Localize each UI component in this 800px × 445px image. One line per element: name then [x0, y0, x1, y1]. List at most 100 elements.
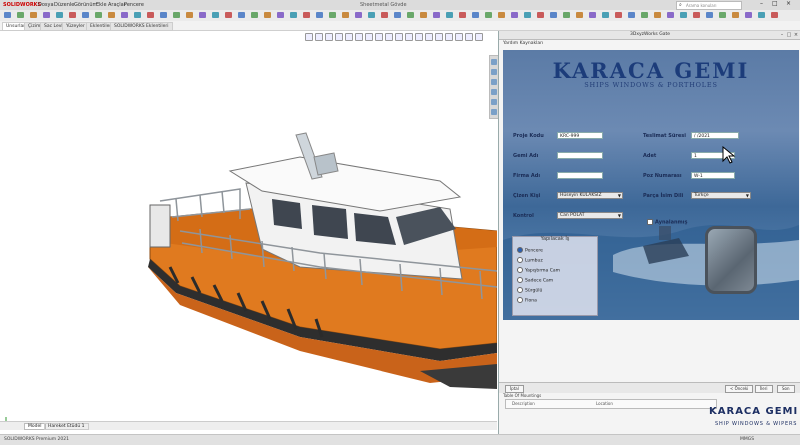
toolbar-command-icon[interactable] [719, 12, 726, 18]
toolbar-command-icon[interactable] [589, 12, 596, 18]
task-pane-home-icon[interactable] [491, 59, 497, 65]
checked-by-select[interactable]: Can POLAT ▼ [557, 212, 623, 219]
toolbar-command-icon[interactable] [30, 12, 37, 18]
tab-solidworks-addins[interactable]: SOLIDWORKS Eklentileri [110, 22, 173, 31]
work-option-bonded-glass[interactable]: Yapıştırma Cam [517, 267, 560, 274]
toolbar-command-icon[interactable] [160, 12, 167, 18]
view-orient-icon[interactable] [425, 33, 433, 41]
graphics-area[interactable] [0, 31, 498, 434]
toolbar-command-icon[interactable] [758, 12, 765, 18]
toolbar-command-icon[interactable] [95, 12, 102, 18]
previous-button[interactable]: < Önceki [725, 385, 754, 393]
toolbar-command-icon[interactable] [121, 12, 128, 18]
task-pane-explorer-icon[interactable] [491, 89, 497, 95]
toolbar-command-icon[interactable] [407, 12, 414, 18]
toolbar-command-icon[interactable] [43, 12, 50, 18]
toolbar-command-icon[interactable] [147, 12, 154, 18]
menu-edit[interactable]: Düzenle [54, 2, 74, 8]
project-code-input[interactable]: KRC-999 [557, 132, 603, 139]
app-logo[interactable]: SOLIDWORKS [3, 2, 41, 8]
maximize-icon[interactable]: □ [786, 33, 792, 38]
toolbar-command-icon[interactable] [251, 12, 258, 18]
close-icon[interactable]: × [786, 0, 791, 7]
toolbar-command-icon[interactable] [459, 12, 466, 18]
view-orient-icon[interactable] [345, 33, 353, 41]
view-orient-icon[interactable] [405, 33, 413, 41]
toolbar-command-icon[interactable] [225, 12, 232, 18]
toolbar-command-icon[interactable] [745, 12, 752, 18]
mirrored-checkbox-box[interactable] [647, 219, 653, 225]
ship-name-input[interactable] [557, 152, 603, 159]
toolbar-command-icon[interactable] [108, 12, 115, 18]
mountings-table[interactable]: Description Location [505, 399, 717, 409]
toolbar-command-icon[interactable] [641, 12, 648, 18]
toolbar-command-icon[interactable] [628, 12, 635, 18]
work-option-porthole[interactable]: Lumbuz [517, 257, 543, 264]
toolbar-command-icon[interactable] [615, 12, 622, 18]
view-orient-icon[interactable] [325, 33, 333, 41]
task-pane-library-icon[interactable] [491, 79, 497, 85]
status-units[interactable]: MMGS [740, 437, 754, 442]
toolbar-command-icon[interactable] [394, 12, 401, 18]
toolbar-command-icon[interactable] [576, 12, 583, 18]
toolbar-command-icon[interactable] [433, 12, 440, 18]
view-orient-icon[interactable] [365, 33, 373, 41]
toolbar-command-icon[interactable] [329, 12, 336, 18]
close-icon[interactable]: × [793, 33, 799, 38]
toolbar-command-icon[interactable] [511, 12, 518, 18]
toolbar-command-icon[interactable] [524, 12, 531, 18]
toolbar-command-icon[interactable] [56, 12, 63, 18]
toolbar-command-icon[interactable] [134, 12, 141, 18]
position-number-input[interactable]: W-1 [691, 172, 735, 179]
toolbar-command-icon[interactable] [316, 12, 323, 18]
toolbar-command-icon[interactable] [238, 12, 245, 18]
toolbar-command-icon[interactable] [537, 12, 544, 18]
toolbar-command-icon[interactable] [563, 12, 570, 18]
toolbar-command-icon[interactable] [264, 12, 271, 18]
toolbar-command-icon[interactable] [277, 12, 284, 18]
view-orient-icon[interactable] [305, 33, 313, 41]
view-orient-icon[interactable] [395, 33, 403, 41]
toolbar-command-icon[interactable] [82, 12, 89, 18]
task-pane-appearance-icon[interactable] [491, 109, 497, 115]
view-orient-icon[interactable] [455, 33, 463, 41]
view-orient-icon[interactable] [465, 33, 473, 41]
toolbar-command-icon[interactable] [355, 12, 362, 18]
menu-window[interactable]: Pencere [124, 2, 144, 8]
company-name-input[interactable] [557, 172, 603, 179]
toolbar-command-icon[interactable] [381, 12, 388, 18]
maximize-icon[interactable]: □ [772, 0, 778, 7]
toolbar-command-icon[interactable] [706, 12, 713, 18]
task-pane-resources-icon[interactable] [491, 69, 497, 75]
toolbar-command-icon[interactable] [602, 12, 609, 18]
work-option-window[interactable]: Pencere [517, 247, 543, 254]
toolbar-command-icon[interactable] [4, 12, 11, 18]
toolbar-command-icon[interactable] [420, 12, 427, 18]
view-orient-icon[interactable] [335, 33, 343, 41]
task-pane-view-palette-icon[interactable] [491, 99, 497, 105]
dialog-menu-help[interactable]: Yardım Kaynakları [503, 41, 543, 46]
view-orient-icon[interactable] [435, 33, 443, 41]
finish-button[interactable]: Son [777, 385, 795, 393]
minimize-icon[interactable]: – [760, 0, 763, 7]
next-button[interactable]: İleri [755, 385, 773, 393]
toolbar-command-icon[interactable] [732, 12, 739, 18]
mirrored-checkbox[interactable]: Aynalanmış [647, 219, 687, 226]
toolbar-command-icon[interactable] [290, 12, 297, 18]
view-orient-icon[interactable] [375, 33, 383, 41]
toolbar-command-icon[interactable] [173, 12, 180, 18]
menu-view[interactable]: Görünüm [74, 2, 97, 8]
toolbar-command-icon[interactable] [485, 12, 492, 18]
toolbar-command-icon[interactable] [186, 12, 193, 18]
part-language-select[interactable]: Türkçe ▼ [691, 192, 751, 199]
cancel-button[interactable]: İptal [505, 385, 524, 393]
toolbar-command-icon[interactable] [693, 12, 700, 18]
toolbar-command-icon[interactable] [654, 12, 661, 18]
drawn-by-select[interactable]: Hüseyin KULAKSIZ ▼ [557, 192, 623, 199]
toolbar-command-icon[interactable] [368, 12, 375, 18]
work-option-glass-only[interactable]: Sadece Cam [517, 277, 553, 284]
search-box[interactable]: ⌕ Arama konuları [676, 1, 742, 10]
view-orient-icon[interactable] [355, 33, 363, 41]
delivery-date-input[interactable]: / /2021 [691, 132, 739, 139]
work-option-sliding[interactable]: Sürgülü [517, 287, 542, 294]
